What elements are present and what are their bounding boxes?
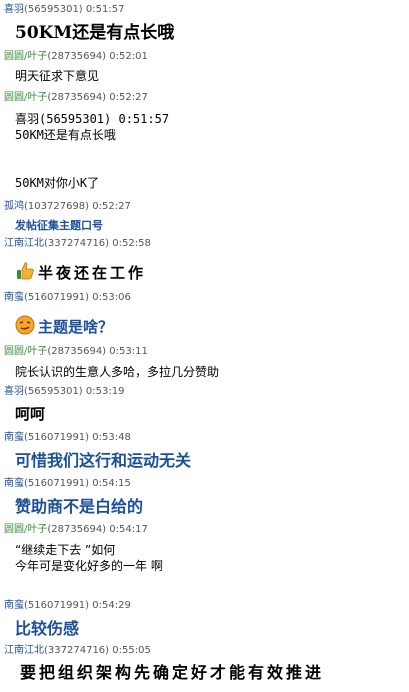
message-text-multiline: “继续走下去 ”如何 今年可是变化好多的一年 啊 <box>15 542 163 574</box>
message-header: 圆圆/叶子(28735694) 0:52:27 <box>4 92 148 104</box>
message-header: 圆圆/叶子(28735694) 0:54:17 <box>4 524 148 536</box>
sender-id: (337274716) <box>44 645 110 656</box>
message-time: 0:54:17 <box>109 524 148 535</box>
message-line <box>15 143 169 159</box>
message-header: 江南江北(337274716) 0:52:58 <box>4 238 151 250</box>
sender-name[interactable]: 南蛮 <box>4 478 24 489</box>
sender-name[interactable]: 喜羽 <box>4 386 24 397</box>
smirk-face-icon <box>15 315 35 339</box>
sender-id: (516071991) <box>24 292 90 303</box>
message-line: 50KM对你小K了 <box>15 176 100 190</box>
message-text: 主题是啥？ <box>38 318 114 336</box>
sender-id: (28735694) <box>47 346 107 357</box>
message-time: 0:52:01 <box>109 51 148 62</box>
sender-id: (28735694) <box>47 51 107 62</box>
chat-log: 喜羽(56595301) 0:51:57 50KM还是有点长哦 圆圆/叶子(28… <box>0 0 409 692</box>
message-header: 喜羽(56595301) 0:53:19 <box>4 386 124 398</box>
message-text: 比较伤感 <box>15 619 80 638</box>
sender-name[interactable]: 南蛮 <box>4 432 24 443</box>
message-text: 明天征求下意见 <box>15 69 100 83</box>
message-line <box>15 159 169 175</box>
message-header: 江南江北(337274716) 0:55:05 <box>4 645 151 657</box>
message-text: 50KM还是有点长哦 <box>15 23 175 43</box>
message-text: 赞助商不是白给的 <box>15 497 144 516</box>
message-line: “继续走下去 ”如何 <box>15 543 116 557</box>
thumbs-up-icon <box>15 261 35 285</box>
message-time: 0:51:57 <box>85 4 125 15</box>
message-text: 要把组织架构先确定好才能有效推进 <box>20 663 325 682</box>
sender-id: (516071991) <box>24 432 90 443</box>
message-line: 今年可是变化好多的一年 啊 <box>15 559 163 573</box>
message-header: 南蛮(516071991) 0:53:06 <box>4 292 131 304</box>
message-text: 发帖征集主题口号 <box>15 219 103 232</box>
sender-name[interactable]: 圆圆/叶子 <box>4 346 47 357</box>
message-time: 0:53:11 <box>109 346 148 357</box>
sender-name[interactable]: 江南江北 <box>4 238 44 249</box>
message-time: 0:52:58 <box>112 238 151 249</box>
message-line: 喜羽(56595301) 0:51:57 <box>15 112 170 126</box>
message-header: 南蛮(516071991) 0:54:15 <box>4 478 131 490</box>
sender-name[interactable]: 圆圆/叶子 <box>4 524 47 535</box>
message-time: 0:54:29 <box>92 600 131 611</box>
message-time: 0:53:06 <box>92 292 131 303</box>
message-time: 0:53:48 <box>92 432 131 443</box>
sender-id: (28735694) <box>47 92 107 103</box>
message-text: 呵呵 <box>15 405 46 423</box>
message-header: 圆圆/叶子(28735694) 0:52:01 <box>4 51 148 63</box>
message-line: 50KM还是有点长哦 <box>15 128 116 142</box>
message-header: 南蛮(516071991) 0:53:48 <box>4 432 131 444</box>
sender-name[interactable]: 南蛮 <box>4 600 24 611</box>
sender-id: (56595301) <box>24 4 83 15</box>
message-time: 0:52:27 <box>92 201 131 212</box>
sender-name[interactable]: 南蛮 <box>4 292 24 303</box>
sender-id: (337274716) <box>44 238 110 249</box>
sender-id: (103727698) <box>24 201 90 212</box>
message-text: 半夜还在工作 <box>38 264 147 282</box>
sender-id: (28735694) <box>47 524 107 535</box>
message-time: 0:52:27 <box>109 92 148 103</box>
sender-name[interactable]: 喜羽 <box>4 4 24 15</box>
sender-id: (516071991) <box>24 600 90 611</box>
message-text-with-icon: 半夜还在工作 <box>15 261 146 285</box>
sender-name[interactable]: 江南江北 <box>4 645 44 656</box>
message-header: 南蛮(516071991) 0:54:29 <box>4 600 131 612</box>
message-header: 喜羽(56595301) 0:51:57 <box>4 4 124 16</box>
message-text: 院长认识的生意人多哈，多拉几分赞助 <box>15 365 220 379</box>
message-time: 0:55:05 <box>112 645 151 656</box>
message-text: 可惜我们这行和运动无关 <box>15 451 192 470</box>
sender-id: (56595301) <box>24 386 83 397</box>
message-header: 孤鸿(103727698) 0:52:27 <box>4 201 131 213</box>
message-text-with-icon: 主题是啥？ <box>15 315 113 339</box>
sender-name[interactable]: 孤鸿 <box>4 201 24 212</box>
sender-name[interactable]: 圆圆/叶子 <box>4 51 47 62</box>
message-header: 圆圆/叶子(28735694) 0:53:11 <box>4 346 148 358</box>
sender-id: (516071991) <box>24 478 90 489</box>
message-time: 0:53:19 <box>85 386 125 397</box>
sender-name[interactable]: 圆圆/叶子 <box>4 92 47 103</box>
message-text-multiline: 喜羽(56595301) 0:51:57 50KM还是有点长哦 50KM对你小K… <box>15 111 169 191</box>
message-time: 0:54:15 <box>92 478 131 489</box>
